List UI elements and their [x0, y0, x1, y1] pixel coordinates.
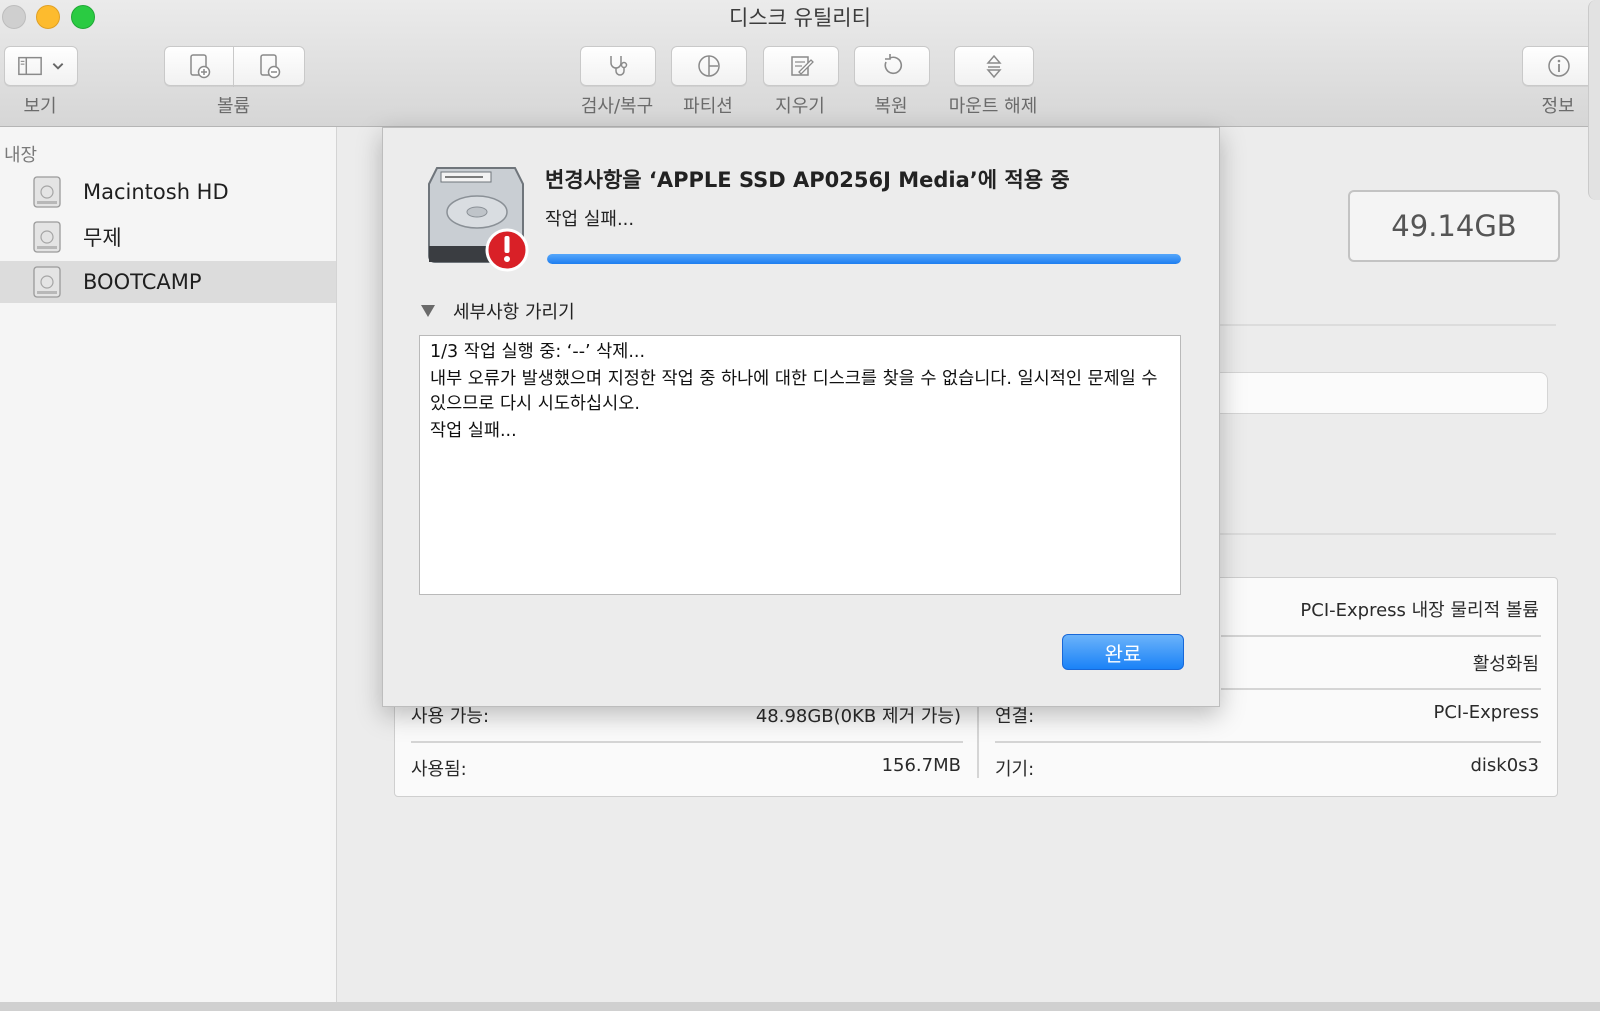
details-toggle-label: 세부사항 가리기	[453, 302, 575, 323]
disk-icon	[33, 221, 61, 253]
bottom-strip	[0, 1002, 1600, 1011]
first-aid-label: 검사/복구	[580, 96, 654, 117]
volume-type-value: PCI-Express 내장 물리적 볼륨	[1300, 600, 1539, 621]
device-label: 기기:	[995, 759, 1035, 780]
divider	[411, 741, 963, 743]
partition-label: 파티션	[683, 96, 733, 117]
info-button[interactable]	[1522, 46, 1596, 86]
sheet-title: 변경사항을 ‘APPLE SSD AP0256J Media’에 적용 중	[545, 168, 1070, 192]
sheet-status: 작업 실패...	[545, 209, 635, 230]
view-label: 보기	[23, 96, 57, 117]
pie-chart-icon	[698, 55, 720, 77]
first-aid-button[interactable]	[580, 46, 656, 86]
details-log[interactable]: 1/3 작업 실행 중: ‘--’ 삭제... 내부 오류가 발생했으며 지정한…	[419, 335, 1181, 595]
sidebar-item-label: 무제	[83, 226, 122, 250]
apply-changes-sheet: 변경사항을 ‘APPLE SSD AP0256J Media’에 적용 중 작업…	[382, 127, 1220, 707]
sidebar-item-label: BOOTCAMP	[83, 270, 202, 294]
sidebar-item-label: Macintosh HD	[83, 180, 229, 204]
disk-error-icon	[428, 167, 529, 272]
connection-value: PCI-Express	[1433, 702, 1539, 723]
erase-label: 지우기	[775, 96, 825, 117]
remove-volume-button[interactable]	[233, 46, 305, 86]
stethoscope-icon	[610, 56, 628, 76]
divider	[1221, 688, 1541, 690]
device-value: disk0s3	[1470, 755, 1539, 776]
done-button[interactable]: 완료	[1062, 634, 1184, 670]
add-volume-icon	[190, 54, 211, 79]
sidebar-icon	[18, 56, 42, 76]
sidebar-section-internal: 내장	[4, 145, 38, 166]
restore-label: 복원	[874, 96, 908, 117]
used-value: 156.7MB	[881, 755, 961, 776]
divider	[1218, 324, 1556, 326]
column-divider	[977, 698, 979, 778]
sidebar-item-untitled[interactable]: 무제	[0, 216, 336, 258]
eject-icon	[986, 54, 1002, 79]
erase-icon	[791, 56, 814, 76]
used-label: 사용됨:	[411, 759, 467, 780]
window-title: 디스크 유틸리티	[729, 6, 871, 30]
log-line: 작업 실패...	[430, 421, 517, 441]
add-volume-button[interactable]	[164, 46, 234, 86]
details-toggle[interactable]: 세부사항 가리기	[421, 298, 575, 324]
divider	[995, 741, 1541, 743]
disk-icon	[33, 266, 61, 298]
disk-icon	[33, 176, 61, 208]
progress-fill	[547, 254, 1181, 264]
info-label: 정보	[1541, 96, 1575, 117]
capacity-display: 49.14GB	[1348, 190, 1560, 262]
divider	[1221, 635, 1541, 637]
sidebar: 내장 Macintosh HD 무제 BOOTCAMP	[0, 127, 337, 1011]
remove-volume-icon	[260, 54, 281, 79]
sidebar-item-bootcamp[interactable]: BOOTCAMP	[0, 261, 336, 303]
disclosure-triangle-icon	[421, 305, 435, 317]
sidebar-item-macintosh-hd[interactable]: Macintosh HD	[0, 171, 336, 213]
usage-bar	[1200, 372, 1548, 414]
progress-bar	[547, 254, 1181, 264]
chevron-down-icon	[52, 63, 64, 70]
adjacent-window-edge	[1588, 0, 1600, 200]
log-line: 1/3 작업 실행 중: ‘--’ 삭제...	[430, 342, 646, 362]
info-icon	[1548, 55, 1570, 77]
volume-label: 볼륨	[216, 96, 251, 117]
erase-button[interactable]	[763, 46, 839, 86]
volume-status-value: 활성화됨	[1472, 654, 1539, 675]
restore-button[interactable]	[854, 46, 930, 86]
view-button[interactable]	[4, 46, 78, 86]
partition-button[interactable]	[671, 46, 747, 86]
divider	[1218, 533, 1556, 535]
restore-icon	[884, 54, 903, 75]
unmount-label: 마운트 해제	[948, 96, 1038, 117]
toolbar: 디스크 유틸리티 보기 볼륨 검사/복구 파티션 지우기 복원 마운트 해제 정…	[0, 0, 1600, 127]
log-line: 내부 오류가 발생했으며 지정한 작업 중 하나에 대한 디스크를 찾을 수 없…	[430, 369, 1158, 414]
unmount-button[interactable]	[954, 46, 1034, 86]
